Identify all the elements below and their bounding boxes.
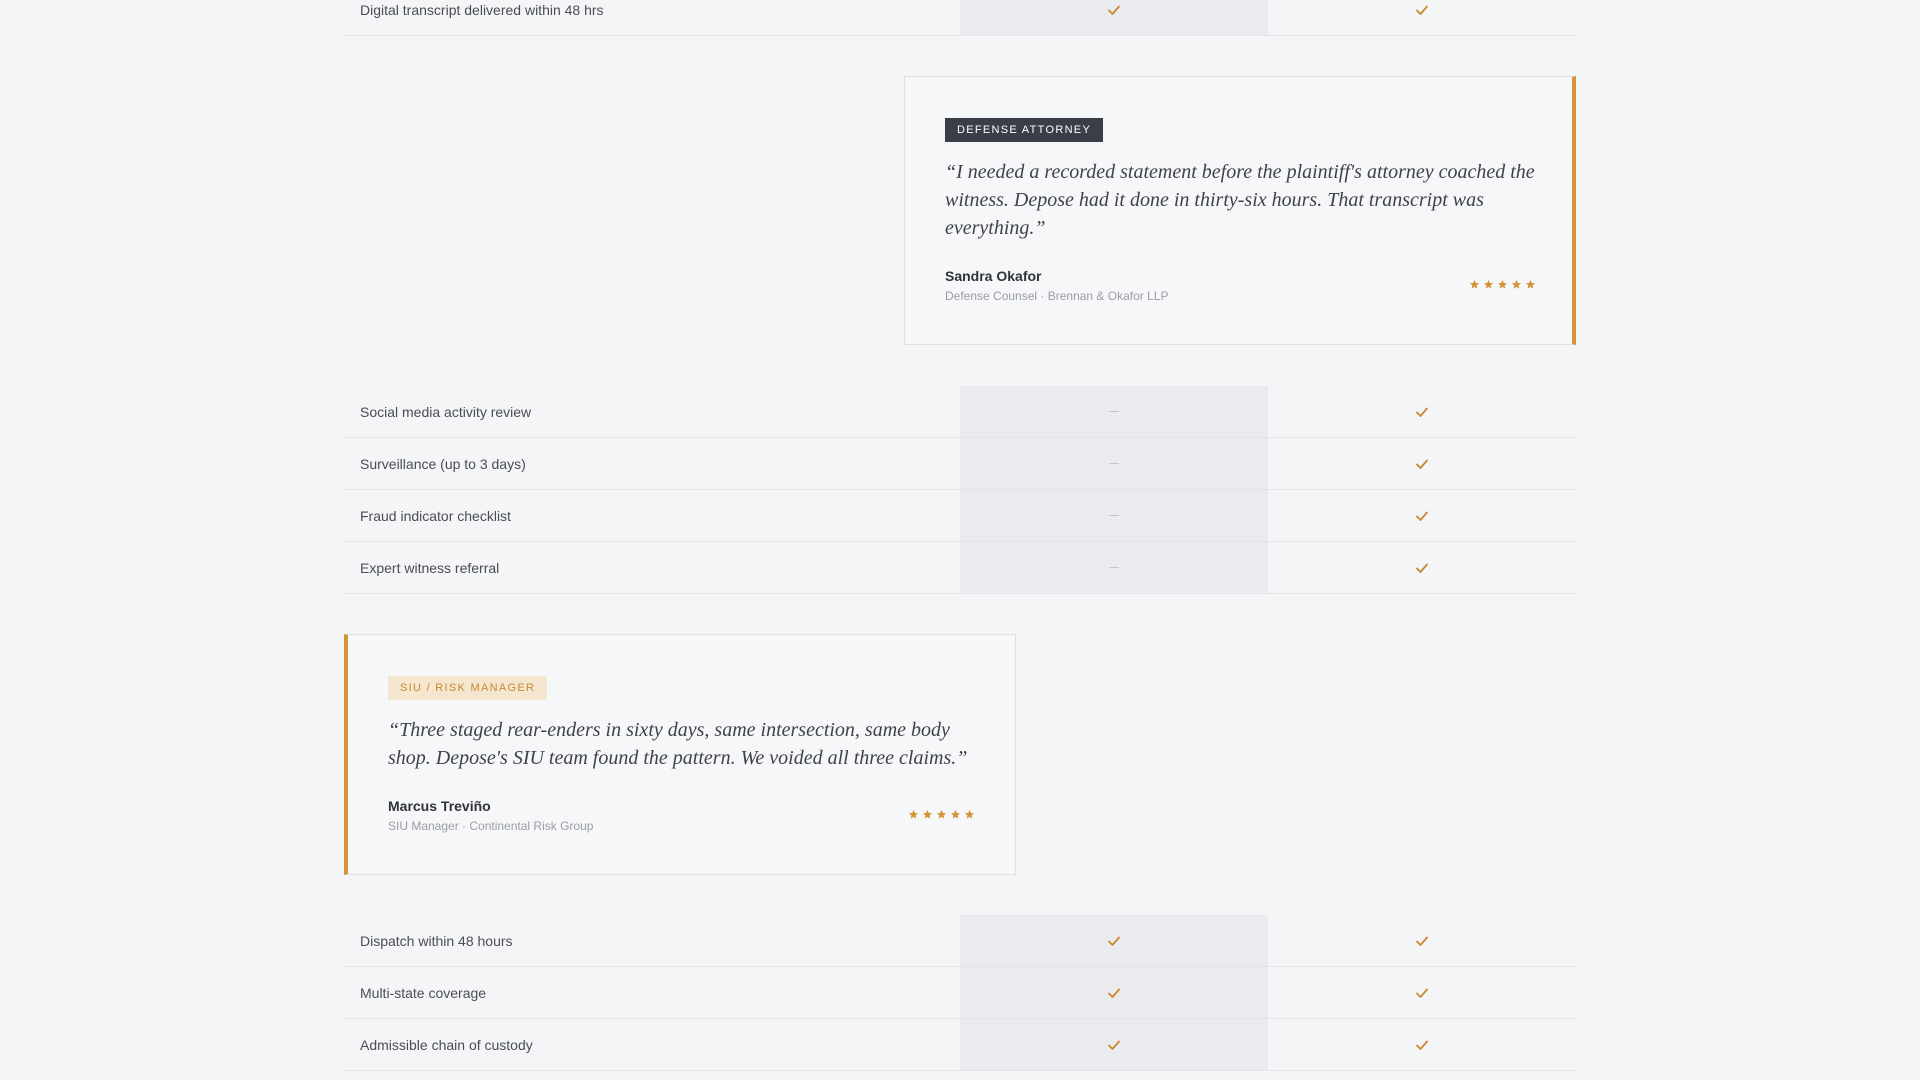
testimonial-role-badge: SIU / Risk Manager xyxy=(388,676,548,700)
feature-row: Expert witness referral xyxy=(343,542,1576,594)
check-icon xyxy=(1108,936,1120,946)
star-icon xyxy=(950,809,961,819)
check-icon xyxy=(1416,936,1428,946)
check-icon xyxy=(1416,511,1428,521)
plan-cell-3 xyxy=(1268,490,1576,541)
feature-table-top: Digital transcript delivered within 48 h… xyxy=(343,0,1576,36)
feature-row: Digital transcript delivered within 48 h… xyxy=(343,0,1576,36)
feature-row: Dispatch within 48 hours xyxy=(343,915,1576,967)
check-icon xyxy=(1108,988,1120,998)
rating-stars xyxy=(1469,279,1536,290)
star-icon xyxy=(1469,279,1480,289)
check-icon xyxy=(1416,563,1428,573)
star-icon xyxy=(1525,279,1536,289)
plan-cell-2 xyxy=(960,0,1268,35)
feature-label: Expert witness referral xyxy=(360,560,500,576)
plan-cell-3 xyxy=(1268,1019,1576,1070)
feature-table-group-b: Dispatch within 48 hours Multi-state cove… xyxy=(343,915,1576,1071)
feature-row: Fraud indicator checklist xyxy=(343,490,1576,542)
star-icon xyxy=(1511,279,1522,289)
testimonial-role-badge: Defense Attorney xyxy=(945,118,1104,142)
plan-cell-2 xyxy=(960,386,1268,437)
plan-cell-3 xyxy=(1268,967,1576,1018)
feature-label: Admissible chain of custody xyxy=(360,1037,533,1053)
testimonial-card-defense: Defense Attorney “I needed a recorded st… xyxy=(904,76,1576,345)
feature-label: Social media activity review xyxy=(360,404,532,420)
check-icon xyxy=(1416,988,1428,998)
check-icon xyxy=(1416,1040,1428,1050)
feature-row: Social media activity review xyxy=(343,386,1576,438)
testimonial-author: Sandra Okafor xyxy=(945,268,1042,284)
plan-cell-2 xyxy=(960,542,1268,593)
feature-label: Multi-state coverage xyxy=(360,985,487,1001)
feature-row: Admissible chain of custody xyxy=(343,1019,1576,1071)
feature-label: Surveillance (up to 3 days) xyxy=(360,456,526,472)
check-icon xyxy=(1108,5,1120,15)
plan-cell-3 xyxy=(1268,386,1576,437)
feature-row: Surveillance (up to 3 days) xyxy=(343,438,1576,490)
plan-cell-2 xyxy=(960,915,1268,966)
check-icon xyxy=(1108,1040,1120,1050)
plan-cell-2 xyxy=(960,1019,1268,1070)
testimonial-quote: “Three staged rear-enders in sixty days,… xyxy=(388,719,968,769)
star-icon xyxy=(1483,279,1494,289)
check-icon xyxy=(1416,407,1428,417)
star-icon xyxy=(922,809,933,819)
feature-label: Dispatch within 48 hours xyxy=(360,933,513,949)
testimonial-author: Marcus Treviño xyxy=(388,798,491,814)
star-icon xyxy=(936,809,947,819)
comparison-page: Digital transcript delivered within 48 h… xyxy=(0,0,1920,1080)
check-icon xyxy=(1416,459,1428,469)
plan-cell-3 xyxy=(1268,0,1576,35)
dash-icon xyxy=(1109,411,1119,412)
feature-row: Multi-state coverage xyxy=(343,967,1576,1019)
plan-cell-3 xyxy=(1268,915,1576,966)
testimonial-quote: “I needed a recorded statement before th… xyxy=(945,161,1535,239)
feature-label: Fraud indicator checklist xyxy=(360,508,511,524)
check-icon xyxy=(1416,5,1428,15)
star-icon xyxy=(908,809,919,819)
star-icon xyxy=(1497,279,1508,289)
testimonial-author-role: Defense Counsel · Brennan & Okafor LLP xyxy=(945,289,1169,303)
plan-cell-3 xyxy=(1268,542,1576,593)
plan-cell-2 xyxy=(960,490,1268,541)
plan-cell-3 xyxy=(1268,438,1576,489)
feature-label: Digital transcript delivered within 48 h… xyxy=(360,2,604,18)
dash-icon xyxy=(1109,567,1119,568)
feature-table-group-a: Social media activity review Surveillance… xyxy=(343,386,1576,594)
dash-icon xyxy=(1109,515,1119,516)
plan-cell-2 xyxy=(960,438,1268,489)
testimonial-card-siu: SIU / Risk Manager “Three staged rear-en… xyxy=(344,634,1016,875)
star-icon xyxy=(964,809,975,819)
dash-icon xyxy=(1109,463,1119,464)
rating-stars xyxy=(908,809,975,820)
plan-cell-2 xyxy=(960,967,1268,1018)
testimonial-author-role: SIU Manager · Continental Risk Group xyxy=(388,819,594,833)
